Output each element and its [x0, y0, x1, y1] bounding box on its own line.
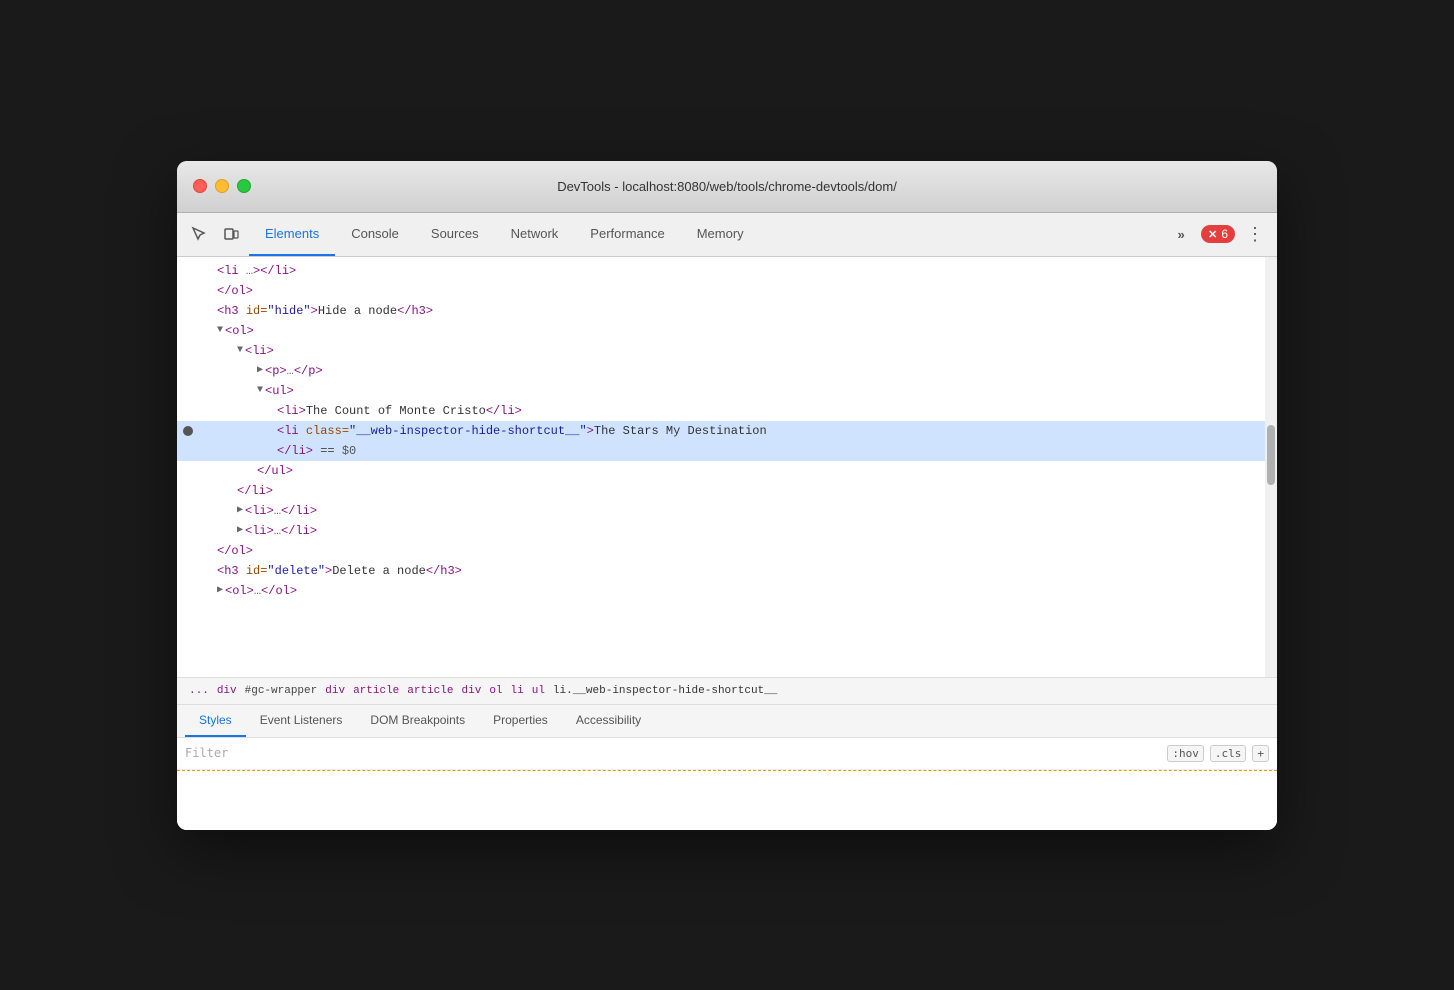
breadcrumb-item-div1[interactable]: div [213, 685, 241, 697]
maximize-button[interactable] [237, 179, 251, 193]
window-title: DevTools - localhost:8080/web/tools/chro… [557, 179, 897, 194]
dom-line: ▶<li>…</li> [177, 521, 1277, 541]
breadcrumb-item-ul[interactable]: ul [528, 685, 549, 697]
dom-line-selected[interactable]: <li class="__web-inspector-hide-shortcut… [177, 421, 1277, 441]
cls-button[interactable]: .cls [1210, 745, 1247, 762]
filter-controls: :hov .cls + [1167, 745, 1269, 762]
inspect-icon[interactable] [185, 220, 213, 248]
hov-button[interactable]: :hov [1167, 745, 1204, 762]
add-style-button[interactable]: + [1252, 745, 1269, 762]
breadcrumb-item-li[interactable]: li [507, 685, 528, 697]
breadcrumb-item-div3[interactable]: div [458, 685, 486, 697]
scrollbar-thumb[interactable] [1267, 425, 1275, 485]
scrollbar-track[interactable] [1265, 257, 1277, 677]
tab-performance[interactable]: Performance [574, 212, 680, 256]
toolbar-right: » ✕ 6 ⋮ [1167, 220, 1269, 248]
dom-line: ▶<p>…</p> [177, 361, 1277, 381]
tab-properties[interactable]: Properties [479, 705, 562, 737]
error-count: 6 [1221, 227, 1228, 241]
tab-console[interactable]: Console [335, 212, 415, 256]
dom-line: ▼<ul> [177, 381, 1277, 401]
dom-line: <h3 id="hide">Hide a node</h3> [177, 301, 1277, 321]
titlebar: DevTools - localhost:8080/web/tools/chro… [177, 161, 1277, 213]
dom-line: <li …></li> [177, 261, 1277, 281]
tab-network[interactable]: Network [495, 212, 575, 256]
breadcrumb-bar: ... div #gc-wrapper div article article … [177, 677, 1277, 705]
styles-filter-bar: Filter :hov .cls + [177, 738, 1277, 770]
dom-line: <li>The Count of Monte Cristo</li> [177, 401, 1277, 421]
dom-panel[interactable]: <li …></li> </ol> <h3 id="hide">Hide a n… [177, 257, 1277, 677]
tab-sources[interactable]: Sources [415, 212, 495, 256]
breadcrumb-item-ol[interactable]: ol [485, 685, 506, 697]
breadcrumb-item-article1[interactable]: article [349, 685, 403, 697]
breadcrumb-item-li-class[interactable]: li.__web-inspector-hide-shortcut__ [549, 685, 781, 697]
bottom-tab-list: Styles Event Listeners DOM Breakpoints P… [177, 705, 1277, 738]
breadcrumb-item-div2[interactable]: div [321, 685, 349, 697]
bottom-panel: Styles Event Listeners DOM Breakpoints P… [177, 705, 1277, 830]
devtools-window: DevTools - localhost:8080/web/tools/chro… [177, 161, 1277, 830]
tab-styles[interactable]: Styles [185, 705, 246, 737]
tab-elements[interactable]: Elements [249, 212, 335, 256]
dom-line-selected-close: </li> == $0 [177, 441, 1277, 461]
window-controls [193, 179, 251, 193]
error-x-icon: ✕ [1208, 228, 1217, 241]
tab-event-listeners[interactable]: Event Listeners [246, 705, 357, 737]
filter-placeholder: Filter [185, 746, 1159, 760]
main-toolbar: Elements Console Sources Network Perform… [177, 213, 1277, 257]
tab-list: Elements Console Sources Network Perform… [249, 212, 1163, 256]
dom-line: </ol> [177, 541, 1277, 561]
dom-line: <h3 id="delete">Delete a node</h3> [177, 561, 1277, 581]
breadcrumb-item-gc-wrapper[interactable]: #gc-wrapper [241, 685, 322, 697]
more-tabs-button[interactable]: » [1167, 220, 1195, 248]
minimize-button[interactable] [215, 179, 229, 193]
dom-node-dot [183, 426, 193, 436]
error-badge[interactable]: ✕ 6 [1201, 225, 1235, 243]
dom-line: ▶<ol>…</ol> [177, 581, 1277, 601]
breadcrumb-item-ellipsis[interactable]: ... [185, 685, 213, 697]
dom-line: ▼<ol> [177, 321, 1277, 341]
tab-memory[interactable]: Memory [681, 212, 760, 256]
dom-line: ▼<li> [177, 341, 1277, 361]
dom-line: ▶<li>…</li> [177, 501, 1277, 521]
dom-line: </ol> [177, 281, 1277, 301]
device-icon[interactable] [217, 220, 245, 248]
dom-line: </ul> [177, 461, 1277, 481]
tab-accessibility[interactable]: Accessibility [562, 705, 655, 737]
breadcrumb-item-article2[interactable]: article [403, 685, 457, 697]
tab-dom-breakpoints[interactable]: DOM Breakpoints [356, 705, 479, 737]
dom-line: </li> [177, 481, 1277, 501]
devtools-menu-button[interactable]: ⋮ [1241, 220, 1269, 248]
close-button[interactable] [193, 179, 207, 193]
styles-content-area [177, 770, 1277, 830]
